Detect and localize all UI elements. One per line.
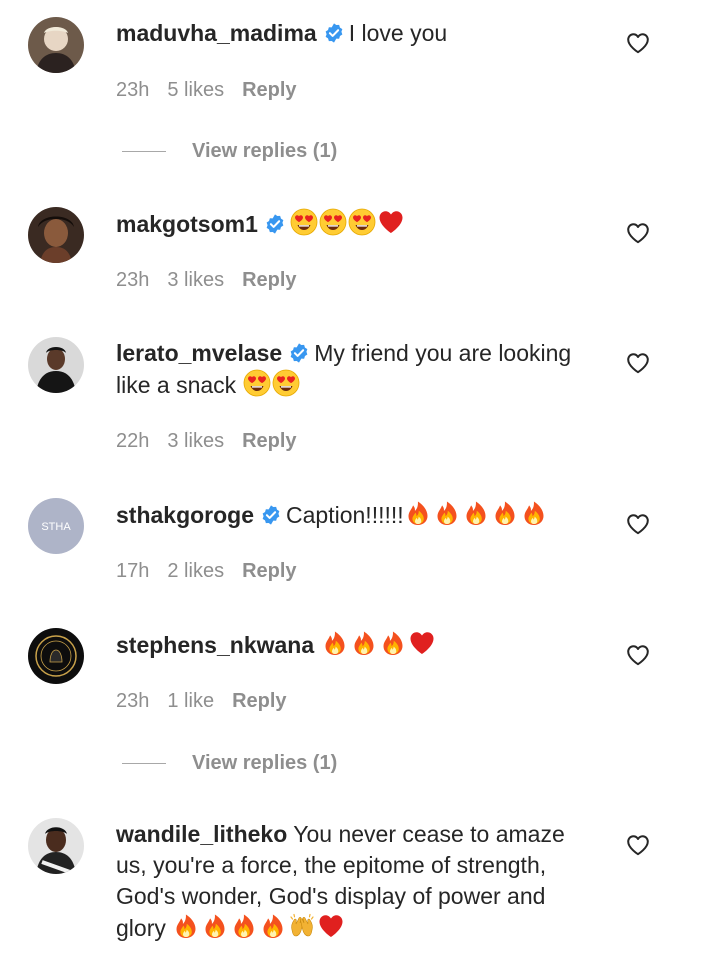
fire-emoji-icon	[491, 499, 519, 527]
heart-eyes-emoji-icon	[272, 369, 300, 397]
verified-badge-icon	[288, 342, 310, 364]
avatar[interactable]	[28, 818, 84, 874]
comment-likes[interactable]: 3 likes	[167, 430, 224, 452]
fire-emoji-icon	[462, 499, 490, 527]
fire-emoji-icon	[379, 629, 407, 657]
comment-text-line1: My friend you are looking	[314, 340, 572, 366]
avatar[interactable]	[28, 207, 84, 263]
comment-text-line2: us, you're a force, the epitome of stren…	[116, 852, 547, 878]
comment-text-line2: like a snack	[116, 372, 237, 398]
reply-button[interactable]: Reply	[232, 690, 286, 712]
comment-username[interactable]: lerato_mvelase	[116, 340, 282, 366]
comment-likes[interactable]: 2 likes	[167, 560, 224, 582]
heart-eyes-emoji-icon	[319, 208, 347, 236]
comment-text-line1: You never cease to amaze	[293, 821, 565, 847]
verified-badge-icon	[264, 213, 286, 235]
comment-time: 23h	[116, 690, 150, 712]
avatar[interactable]: STHA	[28, 498, 84, 554]
comment-username[interactable]: wandile_litheko	[116, 821, 287, 847]
comment-username[interactable]: maduvha_madima	[116, 20, 317, 46]
heart-outline-icon[interactable]	[626, 32, 650, 54]
red-heart-emoji-icon	[377, 208, 405, 236]
comment-likes[interactable]: 1 like	[167, 690, 214, 712]
heart-eyes-emoji-icon	[348, 208, 376, 236]
verified-badge-icon	[323, 22, 345, 44]
heart-outline-icon[interactable]	[626, 513, 650, 535]
red-heart-emoji-icon	[408, 629, 436, 657]
heart-eyes-emoji-icon	[243, 369, 271, 397]
comment-time: 22h	[116, 430, 150, 452]
comment-username[interactable]: makgotsom1	[116, 211, 258, 237]
comment-text-line4: glory	[116, 915, 166, 941]
fire-emoji-icon	[433, 499, 461, 527]
heart-outline-icon[interactable]	[626, 644, 650, 666]
fire-emoji-icon	[230, 912, 258, 940]
comment-meta: 22h 3 likes Reply	[116, 430, 315, 453]
comment-time: 17h	[116, 560, 150, 582]
divider-line	[122, 763, 166, 765]
verified-badge-icon	[260, 504, 282, 526]
fire-emoji-icon	[201, 912, 229, 940]
fire-emoji-icon	[520, 499, 548, 527]
heart-outline-icon[interactable]	[626, 222, 650, 244]
fire-emoji-icon	[321, 629, 349, 657]
comment-text-line3: God's wonder, God's display of power and	[116, 883, 546, 909]
view-replies-label: View replies (1)	[192, 752, 338, 774]
comment-likes[interactable]: 5 likes	[167, 79, 224, 101]
comment-time: 23h	[116, 79, 150, 101]
reply-button[interactable]: Reply	[242, 79, 296, 101]
comment-meta: 23h 3 likes Reply	[116, 269, 315, 292]
comment-meta: 23h 1 like Reply	[116, 690, 305, 713]
fire-emoji-icon	[350, 629, 378, 657]
heart-outline-icon[interactable]	[626, 834, 650, 856]
reply-button[interactable]: Reply	[242, 560, 296, 582]
view-replies-button[interactable]: View replies (1)	[122, 752, 337, 775]
fire-emoji-icon	[404, 499, 432, 527]
fire-emoji-icon	[172, 912, 200, 940]
avatar-text: STHA	[41, 521, 71, 533]
comment-meta: 23h 5 likes Reply	[116, 79, 315, 102]
avatar[interactable]	[28, 628, 84, 684]
view-replies-label: View replies (1)	[192, 140, 338, 162]
comment-meta: 17h 2 likes Reply	[116, 560, 315, 583]
raising-hands-emoji-icon	[288, 912, 316, 940]
red-heart-emoji-icon	[317, 912, 345, 940]
comment-text: Caption!!!!!!	[286, 502, 404, 528]
comment-likes[interactable]: 3 likes	[167, 269, 224, 291]
divider-line	[122, 151, 166, 153]
comment-username[interactable]: sthakgoroge	[116, 502, 254, 528]
avatar[interactable]	[28, 337, 84, 393]
comment-time: 23h	[116, 269, 150, 291]
reply-button[interactable]: Reply	[242, 430, 296, 452]
comment-username[interactable]: stephens_nkwana	[116, 632, 314, 658]
fire-emoji-icon	[259, 912, 287, 940]
view-replies-button[interactable]: View replies (1)	[122, 140, 337, 163]
avatar[interactable]	[28, 17, 84, 73]
heart-eyes-emoji-icon	[290, 208, 318, 236]
comment-text: I love you	[348, 20, 448, 46]
heart-outline-icon[interactable]	[626, 352, 650, 374]
reply-button[interactable]: Reply	[242, 269, 296, 291]
